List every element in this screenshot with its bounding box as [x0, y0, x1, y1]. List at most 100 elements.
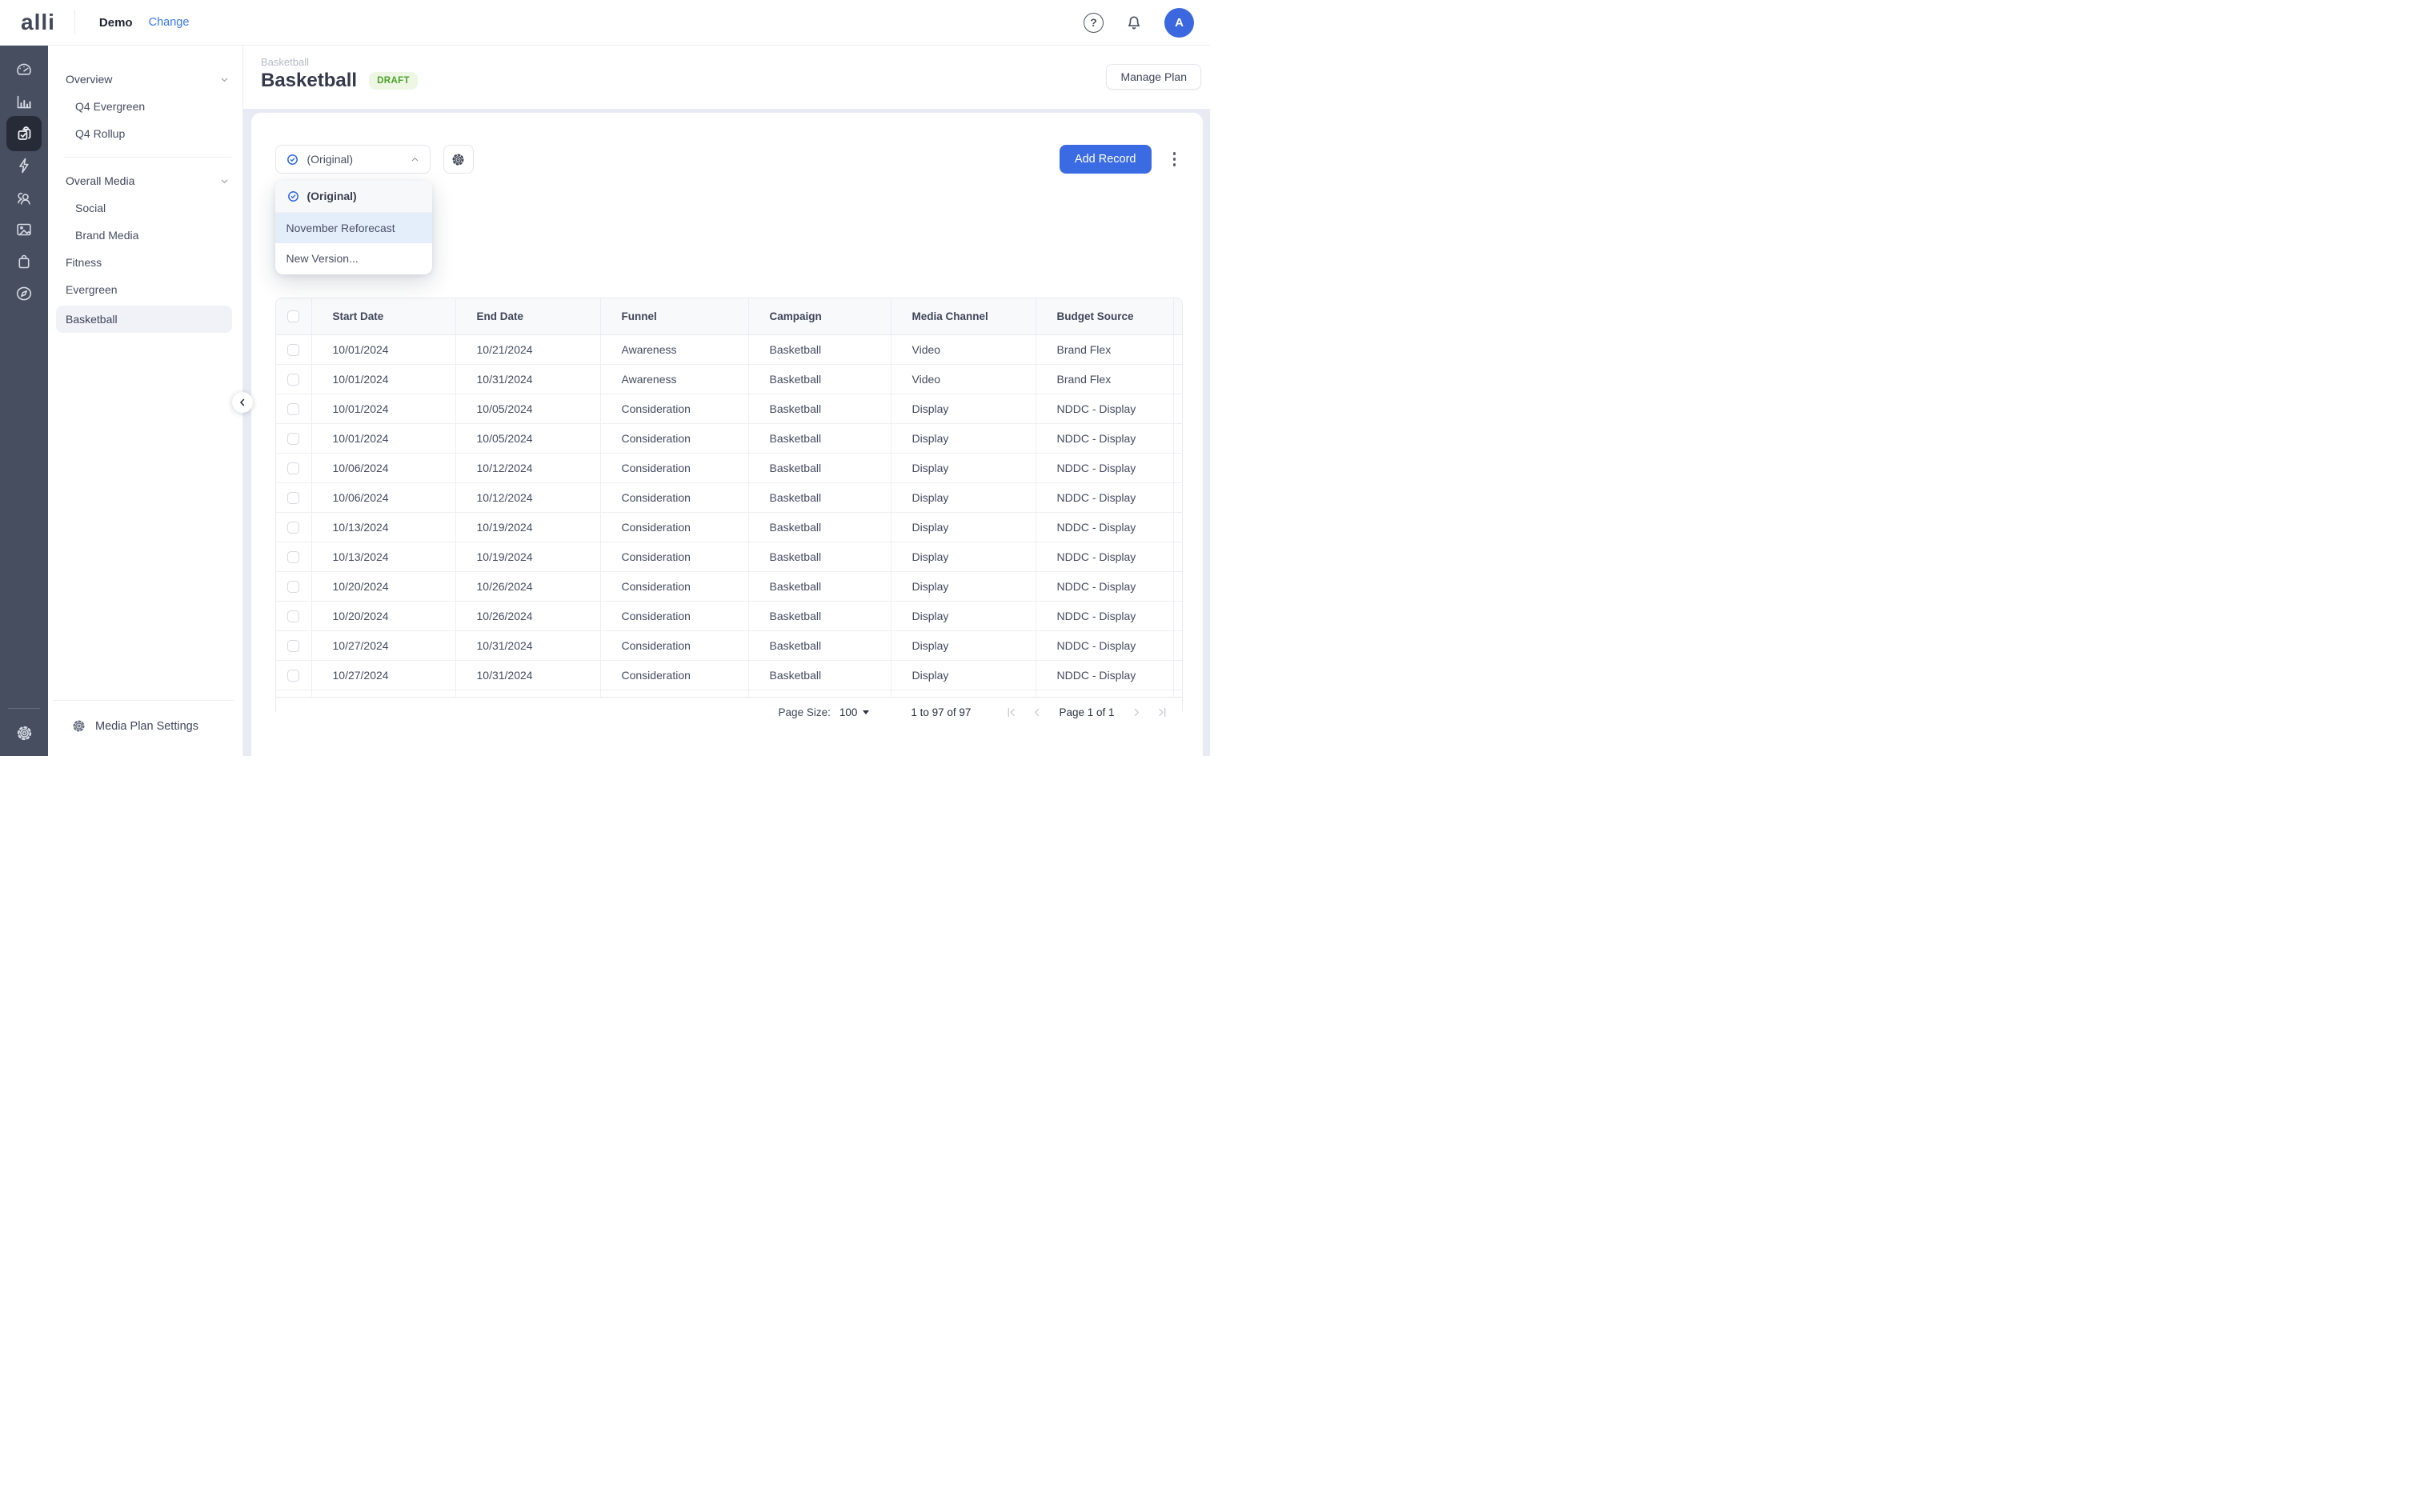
media-plan-settings-label: Media Plan Settings	[95, 720, 198, 733]
sidebar-collapse-button[interactable]	[232, 392, 253, 413]
creative-image-icon[interactable]	[6, 214, 42, 246]
explore-compass-icon[interactable]	[6, 278, 42, 310]
nav-item-brand-media[interactable]: Brand Media	[48, 222, 242, 249]
row-checkbox[interactable]	[287, 640, 299, 652]
cell-spacer	[1174, 454, 1195, 482]
user-avatar[interactable]: A	[1164, 8, 1194, 38]
row-checkbox[interactable]	[287, 670, 299, 682]
notifications-bell-icon[interactable]	[1124, 13, 1144, 32]
last-page-button[interactable]	[1156, 706, 1169, 719]
triangle-down-icon	[863, 710, 869, 714]
cell-spacer	[1174, 424, 1195, 453]
cell-media-channel: Display	[891, 454, 1036, 482]
col-header-start-date[interactable]: Start Date	[312, 298, 456, 334]
page-size-label: Page Size:	[779, 706, 831, 718]
settings-gear-icon[interactable]	[14, 723, 34, 743]
row-checkbox[interactable]	[287, 403, 299, 415]
cell-budget-source: NDDC - Display	[1036, 454, 1174, 482]
cell-spacer	[1174, 572, 1195, 601]
cell-spacer	[1174, 483, 1195, 512]
nav-item-social[interactable]: Social	[48, 194, 242, 222]
cell-funnel: Consideration	[601, 394, 749, 423]
analytics-bar-chart-icon[interactable]	[6, 86, 42, 118]
nav-item-fitness[interactable]: Fitness	[48, 249, 242, 276]
audiences-users-icon[interactable]	[6, 182, 42, 214]
nav-item-q4-evergreen[interactable]: Q4 Evergreen	[48, 93, 242, 120]
page-size-select[interactable]: 100	[839, 706, 870, 718]
cell-funnel: Consideration	[601, 661, 749, 690]
version-option-new-version[interactable]: New Version...	[275, 243, 432, 274]
cell-campaign: Basketball	[749, 424, 891, 453]
row-checkbox[interactable]	[287, 433, 299, 445]
version-option-label: New Version...	[286, 252, 359, 265]
cell-start-date: 10/27/2024	[312, 631, 456, 660]
automations-lightning-icon[interactable]	[6, 150, 42, 182]
cell-spacer	[1174, 365, 1195, 394]
cell-funnel: Consideration	[601, 454, 749, 482]
nav-item-basketball[interactable]: Basketball	[56, 306, 232, 333]
nav-item-q4-rollup[interactable]: Q4 Rollup	[48, 120, 242, 147]
more-options-kebab-icon[interactable]	[1168, 150, 1182, 169]
table-row: 10/20/202410/26/2024ConsiderationBasketb…	[276, 602, 1182, 631]
nav-section-label: Overview	[66, 73, 112, 86]
cell-budget-source: NDDC - Display	[1036, 602, 1174, 630]
nav-section-overview[interactable]: Overview	[48, 66, 242, 93]
table-row: 10/01/202410/05/2024ConsiderationBasketb…	[276, 394, 1182, 424]
cell-campaign: Basketball	[749, 335, 891, 364]
row-checkbox[interactable]	[287, 344, 299, 356]
version-option-original[interactable]: (Original)	[275, 181, 432, 213]
media-plan-settings-button[interactable]: Media Plan Settings	[48, 701, 242, 756]
row-checkbox-cell	[276, 631, 312, 660]
nav-item-evergreen[interactable]: Evergreen	[48, 276, 242, 303]
prev-page-button[interactable]	[1030, 706, 1044, 719]
row-checkbox-cell	[276, 424, 312, 453]
plan-nav-sidebar: Overview Q4 Evergreen Q4 Rollup Overall …	[48, 45, 243, 756]
col-header-end-date[interactable]: End Date	[456, 298, 601, 334]
cell-media-channel: Video	[891, 365, 1036, 394]
cell-budget-source: Brand Flex	[1036, 335, 1174, 364]
nav-section-overall-media[interactable]: Overall Media	[48, 167, 242, 194]
table-header-row: Start Date End Date Funnel Campaign Medi…	[276, 298, 1182, 335]
row-range-text: 1 to 97 of 97	[911, 706, 971, 718]
cell-campaign: Basketball	[749, 542, 891, 571]
version-option-november-reforecast[interactable]: November Reforecast	[275, 213, 432, 244]
dashboard-gauge-icon[interactable]	[6, 54, 42, 86]
first-page-button[interactable]	[1004, 706, 1018, 719]
change-workspace-link[interactable]: Change	[149, 16, 190, 29]
cell-media-channel: Display	[891, 602, 1036, 630]
cell-campaign: Basketball	[749, 602, 891, 630]
col-header-budget-source[interactable]: Budget Source	[1036, 298, 1174, 334]
top-bar: alli Demo Change ? A	[0, 0, 1210, 46]
cell-media-channel: Display	[891, 394, 1036, 423]
table-row: 10/20/202410/26/2024ConsiderationBasketb…	[276, 572, 1182, 602]
next-page-button[interactable]	[1130, 706, 1144, 719]
commerce-shopping-bag-icon[interactable]	[6, 246, 42, 278]
version-select[interactable]: (Original)	[275, 145, 431, 174]
col-header-campaign[interactable]: Campaign	[749, 298, 891, 334]
row-checkbox[interactable]	[287, 551, 299, 563]
row-checkbox[interactable]	[287, 374, 299, 386]
row-checkbox[interactable]	[287, 581, 299, 593]
row-checkbox[interactable]	[287, 462, 299, 474]
row-checkbox[interactable]	[287, 522, 299, 534]
table-row: 10/01/202410/31/2024AwarenessBasketballV…	[276, 365, 1182, 394]
col-header-funnel[interactable]: Funnel	[601, 298, 749, 334]
media-plan-clipboard-icon[interactable]	[6, 116, 42, 151]
row-checkbox[interactable]	[287, 492, 299, 504]
select-all-checkbox[interactable]	[287, 310, 299, 322]
cell-funnel: Consideration	[601, 542, 749, 571]
breadcrumb[interactable]: Basketball	[261, 56, 309, 68]
row-checkbox[interactable]	[287, 610, 299, 622]
manage-plan-button[interactable]: Manage Plan	[1106, 64, 1201, 90]
version-settings-button[interactable]	[443, 145, 474, 174]
add-record-button[interactable]: Add Record	[1060, 145, 1152, 174]
table-row: 10/06/202410/12/2024ConsiderationBasketb…	[276, 483, 1182, 513]
col-header-media-channel[interactable]: Media Channel	[891, 298, 1036, 334]
cell-start-date: 10/13/2024	[312, 542, 456, 571]
cell-start-date: 10/27/2024	[312, 661, 456, 690]
cell-start-date: 10/06/2024	[312, 483, 456, 512]
alli-logo: alli	[21, 11, 55, 34]
cell-budget-source: NDDC - Display	[1036, 513, 1174, 542]
row-checkbox-cell	[276, 572, 312, 601]
help-icon[interactable]: ?	[1084, 13, 1104, 33]
